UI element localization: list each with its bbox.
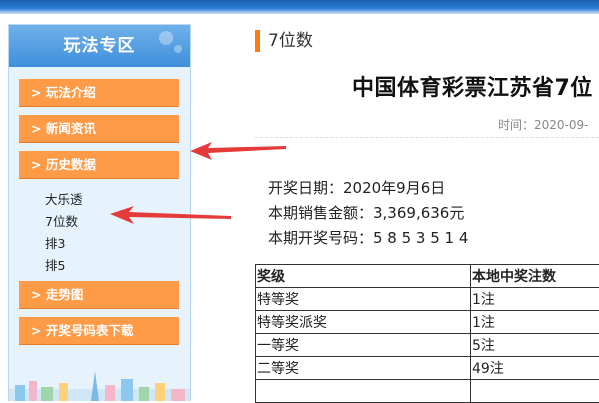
table-cell: 一等奖 [256, 334, 471, 357]
annotation-arrow-icon [188, 140, 288, 160]
table-cell: 1注 [471, 288, 599, 311]
table-row [256, 380, 599, 403]
decor-bubble [174, 45, 182, 53]
sidebar-header: 玩法专区 [9, 25, 190, 67]
menu-item-download[interactable]: > 开奖号码表下载 [19, 317, 179, 345]
prize-table: 奖级 本地中奖注数 特等奖 1注 特等奖派奖 1注 一等奖 5注 二等奖 49注 [255, 264, 599, 403]
draw-date: 开奖日期：2020年9月6日 [268, 177, 445, 198]
table-cell: 1注 [471, 311, 599, 334]
table-header-row: 奖级 本地中奖注数 [256, 265, 599, 288]
article-time: 时间：2020-09- [498, 116, 588, 133]
table-cell: 49注 [471, 357, 599, 380]
table-cell: 5注 [471, 334, 599, 357]
annotation-arrow-icon [108, 205, 233, 225]
table-cell: 特等奖派奖 [256, 311, 471, 334]
top-banner [0, 0, 599, 14]
decor-bubble [159, 31, 173, 45]
table-row: 二等奖 49注 [256, 357, 599, 380]
sub-item-daletou[interactable]: 大乐透 [45, 189, 83, 208]
page-breadcrumb: 7位数 [268, 30, 313, 52]
table-row: 特等奖 1注 [256, 288, 599, 311]
menu-item-news[interactable]: > 新闻资讯 [19, 115, 179, 143]
sub-item-7digit[interactable]: 7位数 [45, 211, 78, 230]
table-cell: 特等奖 [256, 288, 471, 311]
table-cell [256, 380, 471, 403]
menu-item-rules[interactable]: > 玩法介绍 [19, 79, 179, 107]
table-header: 本地中奖注数 [471, 265, 599, 288]
menu-item-history[interactable]: > 历史数据 [19, 151, 179, 179]
sidebar-title: 玩法专区 [64, 36, 136, 56]
city-skyline-illustration [9, 367, 191, 401]
table-cell [471, 380, 599, 403]
table-cell: 二等奖 [256, 357, 471, 380]
table-header: 奖级 [256, 265, 471, 288]
winning-numbers: 本期开奖号码：5 8 5 3 5 1 4 [268, 227, 468, 248]
sales-amount: 本期销售金额：3,369,636元 [268, 202, 464, 223]
menu-item-trend[interactable]: > 走势图 [19, 281, 179, 309]
divider [255, 137, 599, 138]
breadcrumb-accent [255, 30, 260, 52]
table-row: 一等奖 5注 [256, 334, 599, 357]
sub-item-pai5[interactable]: 排5 [45, 255, 65, 274]
sub-item-pai3[interactable]: 排3 [45, 233, 65, 252]
article-title: 中国体育彩票江苏省7位 [352, 70, 593, 102]
table-row: 特等奖派奖 1注 [256, 311, 599, 334]
